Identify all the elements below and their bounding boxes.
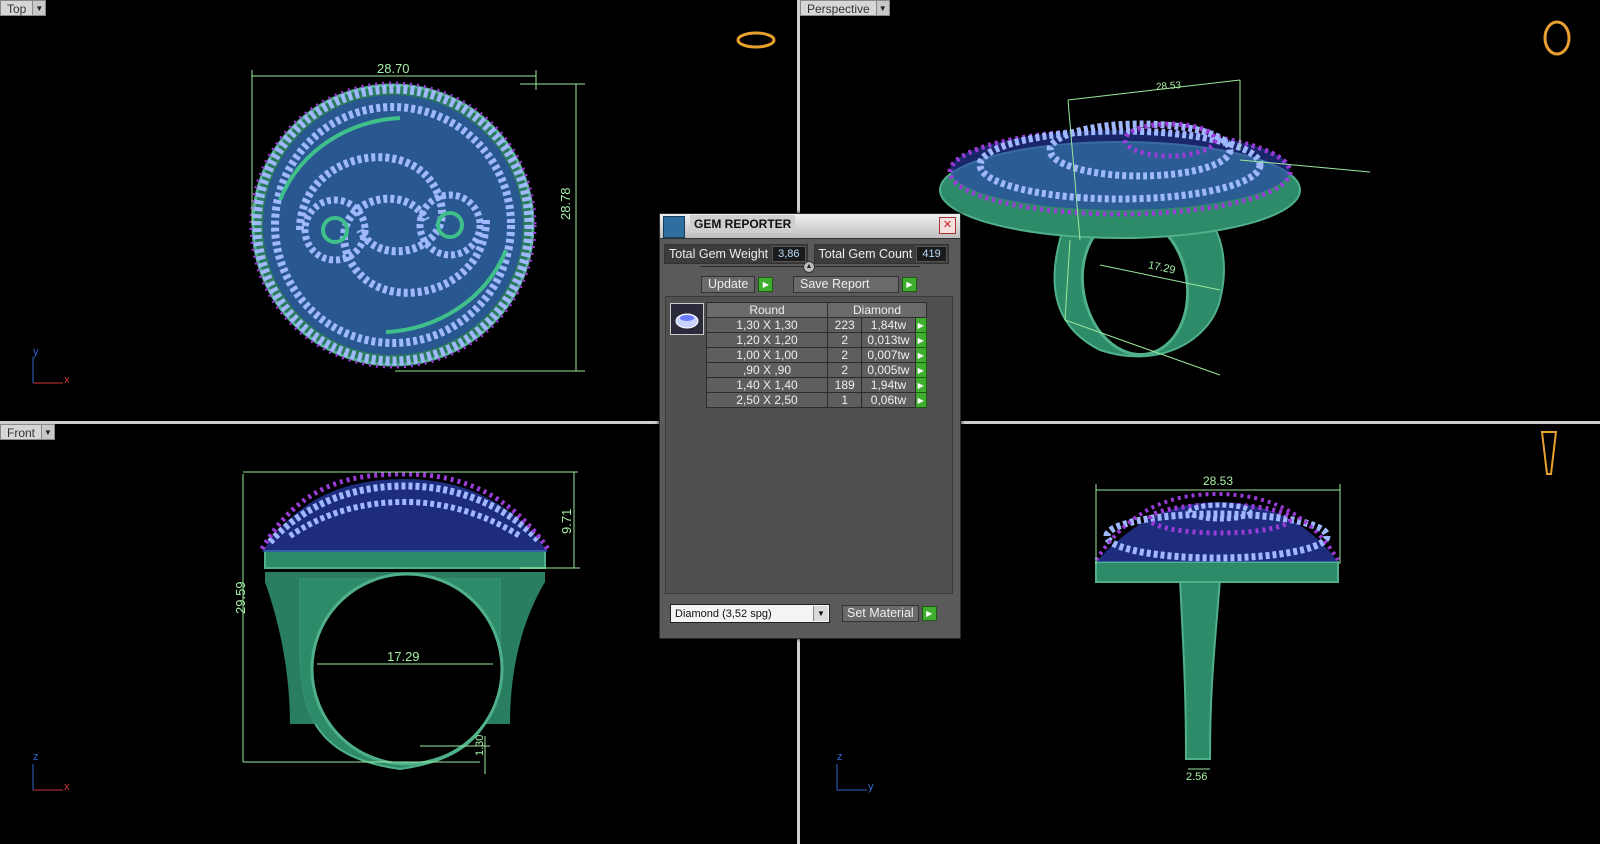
dim-front-top: 9.71 (559, 508, 574, 534)
total-gem-weight-value: 3,86 (772, 246, 806, 262)
round-gem-icon (670, 303, 704, 335)
play-arrow-icon: ▶ (758, 277, 774, 292)
table-row[interactable]: 1,00 X 1,00 2 0,007tw ▶ (706, 347, 928, 363)
gem-reporter-icon (663, 216, 685, 238)
dim-top-width: 28.70 (377, 61, 410, 76)
gem-weight: 1,84tw (861, 317, 916, 333)
set-material-button[interactable]: Set Material ▶ (842, 605, 937, 622)
gem-size: 2,50 X 2,50 (706, 392, 828, 408)
dialog-titlebar[interactable]: GEM REPORTER ✕ (660, 214, 960, 239)
gem-weight: 1,94tw (861, 377, 916, 393)
select-row-arrow-icon[interactable]: ▶ (914, 347, 928, 363)
total-gem-count-value: 419 (916, 246, 947, 262)
gem-count: 223 (826, 317, 863, 333)
dim-right-width: 28.53 (1203, 474, 1234, 488)
gem-table-header: Round Diamond (706, 302, 927, 318)
table-row[interactable]: 1,30 X 1,30 223 1,84tw ▶ (706, 317, 928, 333)
axis-y-label: y (868, 781, 874, 793)
total-gem-weight: Total Gem Weight 3,86 (664, 244, 808, 264)
axis-z-label: z (33, 751, 39, 763)
axis-y-label: y (33, 346, 39, 358)
select-row-arrow-icon[interactable]: ▶ (914, 317, 928, 333)
table-row[interactable]: 1,20 X 1,20 2 0,013tw ▶ (706, 332, 928, 348)
update-button-label: Update (701, 276, 756, 293)
total-gem-count: Total Gem Count 419 (813, 244, 949, 264)
gem-count: 2 (826, 347, 863, 363)
gem-count: 189 (826, 377, 863, 393)
dim-right-band: 2.56 (1186, 771, 1208, 783)
gem-size: 1,40 X 1,40 (706, 377, 828, 393)
gem-count: 1 (826, 392, 863, 408)
gem-reporter-dialog[interactable]: GEM REPORTER ✕ Total Gem Weight 3,86 Tot… (659, 213, 961, 639)
gem-size: 1,30 X 1,30 (706, 317, 828, 333)
gem-size: 1,20 X 1,20 (706, 332, 828, 348)
play-arrow-icon: ▶ (902, 277, 917, 292)
save-report-button[interactable]: Save Report ▶ (793, 276, 917, 293)
axis-z-label: z (837, 751, 843, 763)
gem-size: ,90 X ,90 (706, 362, 828, 378)
play-arrow-icon: ▶ (921, 606, 937, 621)
table-row[interactable]: 1,40 X 1,40 189 1,94tw ▶ (706, 377, 928, 393)
gem-count: 2 (826, 332, 863, 348)
chevron-down-icon[interactable]: ▼ (813, 606, 828, 621)
table-row[interactable]: 2,50 X 2,50 1 0,06tw ▶ (706, 392, 928, 408)
axis-x-label: x (64, 374, 70, 386)
gem-weight: 0,06tw (861, 392, 916, 408)
select-row-arrow-icon[interactable]: ▶ (914, 377, 928, 393)
select-row-arrow-icon[interactable]: ▶ (914, 392, 928, 408)
gem-size: 1,00 X 1,00 (706, 347, 828, 363)
gem-table: Round Diamond 1,30 X 1,30 223 1,84tw ▶ 1… (706, 302, 928, 408)
save-report-button-label: Save Report (793, 276, 899, 293)
dim-front-inner: 17.29 (387, 649, 420, 664)
close-button[interactable]: ✕ (939, 217, 956, 234)
dialog-title: GEM REPORTER (690, 215, 796, 233)
material-select[interactable]: Diamond (3,52 spg) ▼ (670, 604, 830, 623)
table-row[interactable]: ,90 X ,90 2 0,005tw ▶ (706, 362, 928, 378)
gem-count: 2 (826, 362, 863, 378)
set-material-button-label: Set Material (842, 605, 919, 622)
total-gem-weight-label: Total Gem Weight (669, 247, 769, 261)
select-row-arrow-icon[interactable]: ▶ (914, 362, 928, 378)
col-material-header: Diamond (827, 302, 927, 318)
material-row: Diamond (3,52 spg) ▼ Set Material ▶ (670, 604, 950, 623)
gem-weight: 0,007tw (861, 347, 916, 363)
gem-list[interactable]: Round Diamond 1,30 X 1,30 223 1,84tw ▶ 1… (665, 296, 953, 594)
select-row-arrow-icon[interactable]: ▶ (914, 332, 928, 348)
axis-x-label: x (64, 781, 70, 793)
col-shape-header: Round (706, 302, 828, 318)
collapse-handle-icon[interactable]: ▲ (803, 261, 815, 273)
material-select-value: Diamond (3,52 spg) (675, 607, 772, 620)
dim-front-band: 1.30 (474, 734, 486, 756)
gem-weight: 0,013tw (861, 332, 916, 348)
dim-front-height: 29.59 (233, 581, 248, 614)
dim-persp-width: 28.53 (1155, 80, 1182, 93)
update-button[interactable]: Update ▶ (701, 276, 774, 293)
total-gem-count-label: Total Gem Count (818, 247, 913, 261)
gem-weight: 0,005tw (861, 362, 916, 378)
dim-top-height: 28.78 (558, 187, 573, 220)
